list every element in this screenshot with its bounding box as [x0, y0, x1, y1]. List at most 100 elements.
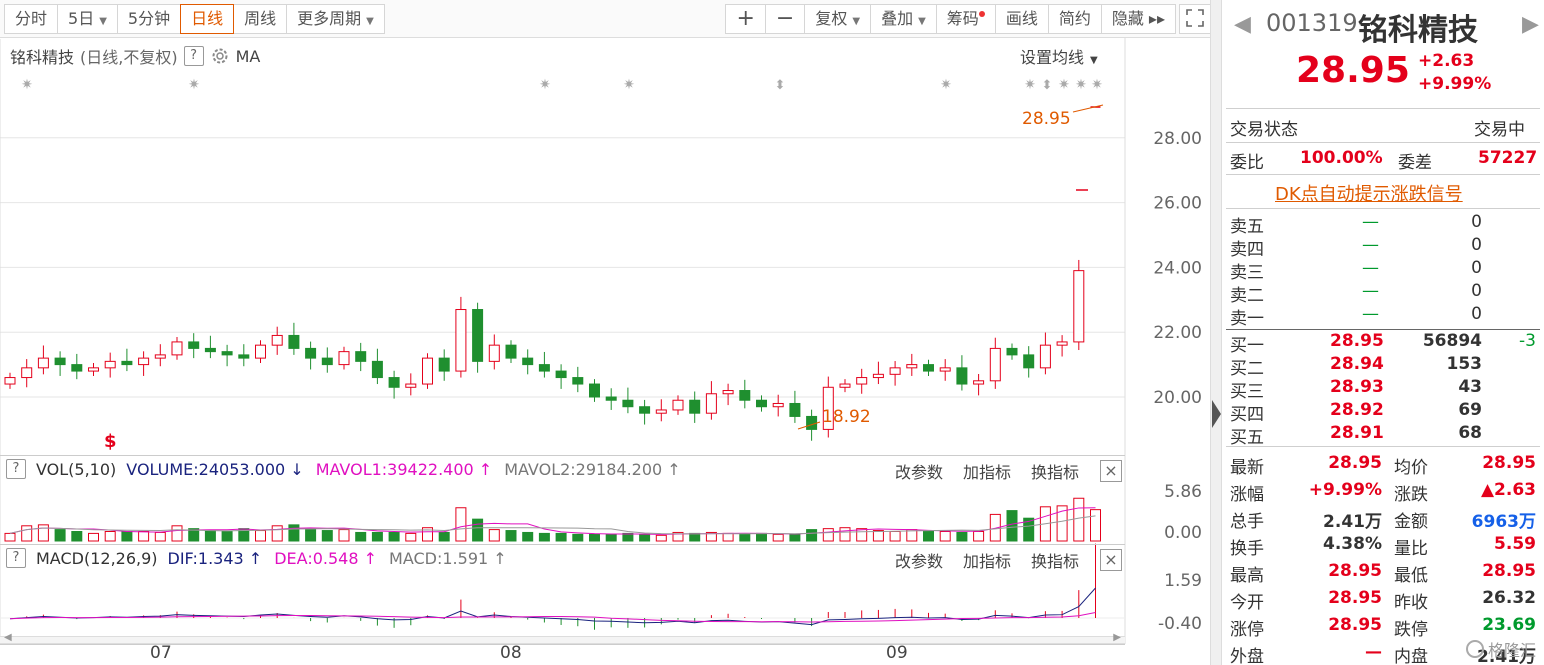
prev-stock-icon[interactable]: ◀ — [1234, 12, 1251, 37]
tool-button-7[interactable]: 隐藏 ▸▸ — [1100, 3, 1176, 34]
tool-button-6[interactable]: 简约 — [1047, 3, 1102, 34]
bid-row[interactable]: 买二 28.94 153 — [1230, 354, 1536, 379]
bid-volume: 56894 — [1422, 331, 1482, 351]
ask-price: — — [1362, 235, 1379, 255]
tool-button-5[interactable]: 画线 — [994, 3, 1049, 34]
macd-switch-indicator-button[interactable]: 换指标 — [1031, 548, 1079, 572]
ask-row[interactable]: 卖五 — 0 — [1230, 212, 1536, 237]
tool-button-3[interactable]: 叠加 ▼ — [870, 3, 937, 34]
chart-area: 分时 5日 ▼ 5分钟 日线 周线 更多周期 ▼ + − 复权 ▼ 叠加 ▼ 筹码 画线 简约 隐藏 ▸▸ 铭科… — [0, 0, 1211, 665]
candle — [522, 357, 534, 366]
tool-button-4[interactable]: 筹码 — [935, 3, 996, 34]
notification-dot — [978, 10, 985, 17]
close-icon[interactable]: × — [1100, 549, 1122, 571]
volume-bar — [505, 530, 517, 542]
period-tab-1[interactable]: 5日 ▼ — [57, 3, 118, 34]
price-change-pct: +9.99% — [1418, 74, 1492, 94]
candle — [488, 344, 500, 362]
quote-panel: ◀ 001319 铭科精技 ▶ 28.95 +2.63 +9.99% 交易状态 … — [1222, 0, 1544, 665]
candle — [104, 360, 116, 369]
bid-row[interactable]: 买一 28.95 56894 -3 — [1230, 331, 1536, 356]
period-tab-3[interactable]: 日线 — [180, 3, 235, 34]
stock-terminal: 分时 5日 ▼ 5分钟 日线 周线 更多周期 ▼ + − 复权 ▼ 叠加 ▼ 筹码 画线 简约 隐藏 ▸▸ 铭科… — [0, 0, 1544, 665]
ask-row[interactable]: 卖二 — 0 — [1230, 281, 1536, 306]
gear-icon[interactable] — [210, 46, 230, 66]
bid-price: 28.92 — [1330, 400, 1384, 420]
high-pointer — [1072, 104, 1104, 113]
vol-y-tick: 5.86 — [1164, 482, 1202, 502]
stat-label: 涨跌 — [1394, 485, 1428, 505]
volume-bar — [672, 531, 684, 542]
volume-bar — [54, 529, 66, 542]
volume-bar — [1090, 509, 1101, 542]
stat-row: 今开 28.95 昨收 26.32 — [1230, 588, 1536, 615]
ask-row[interactable]: 卖三 — 0 — [1230, 258, 1536, 283]
candle — [756, 399, 767, 408]
vol-y-tick: 0.00 — [1164, 523, 1202, 543]
y-tick-label: 28.00 — [1153, 129, 1202, 149]
volume-bar — [338, 529, 350, 542]
macd-y-tick: 1.59 — [1164, 571, 1202, 591]
expand-icon[interactable] — [1179, 3, 1211, 34]
volume-bar — [589, 533, 600, 542]
next-stock-icon[interactable]: ▶ — [1522, 12, 1539, 37]
bid-row[interactable]: 买三 28.93 43 — [1230, 377, 1536, 402]
candle — [973, 380, 985, 385]
bid-delta: -3 — [1519, 331, 1536, 351]
volume-bar — [772, 533, 784, 542]
ask-volume: 0 — [1471, 258, 1482, 278]
volume-bar — [889, 531, 901, 542]
vol-add-indicator-button[interactable]: 加指标 — [963, 459, 1011, 483]
candle — [405, 383, 417, 388]
period-tab-2[interactable]: 5分钟 — [116, 3, 182, 34]
macd-edit-params-button[interactable]: 改参数 — [895, 548, 943, 572]
candle — [1073, 270, 1085, 343]
kline-header: 铭科精技 (日线,不复权) ? MA — [10, 44, 260, 68]
vol-edit-params-button[interactable]: 改参数 — [895, 459, 943, 483]
ask-price: — — [1362, 258, 1379, 278]
ask-row[interactable]: 卖一 — 0 — [1230, 304, 1536, 329]
help-icon[interactable]: ? — [6, 548, 26, 568]
macd-add-indicator-button[interactable]: 加指标 — [963, 548, 1011, 572]
bid-row[interactable]: 买五 28.91 68 — [1230, 423, 1536, 448]
kline-mode: (日线,不复权) — [80, 48, 178, 67]
collapse-arrow-icon[interactable] — [1212, 400, 1221, 428]
price-change: +2.63 — [1418, 51, 1475, 71]
close-icon[interactable]: × — [1100, 460, 1122, 482]
volume-bar — [872, 530, 884, 542]
vol-volume: VOLUME:24053.000 ↓ — [126, 459, 304, 479]
volume-bar — [822, 528, 834, 542]
candle — [939, 367, 951, 372]
bid-row[interactable]: 买四 28.92 69 — [1230, 400, 1536, 425]
volume-bar — [605, 533, 617, 542]
tool-button-1[interactable]: − — [764, 3, 806, 34]
help-icon[interactable]: ? — [6, 459, 26, 479]
dk-signal-link[interactable]: DK点自动提示涨跌信号 — [1275, 180, 1463, 206]
help-icon[interactable]: ? — [183, 46, 204, 66]
volume-bar — [271, 525, 283, 542]
macd-header: ? MACD(12,26,9) DIF:1.343 ↑ DEA:0.548 ↑ … — [6, 548, 507, 568]
chevron-down-icon: ▼ — [99, 15, 107, 27]
period-tab-0[interactable]: 分时 — [4, 3, 59, 34]
tool-button-0[interactable]: + — [725, 3, 766, 34]
chart-toolbar: 分时 5日 ▼ 5分钟 日线 周线 更多周期 ▼ + − 复权 ▼ 叠加 ▼ 筹码 画线 简约 隐藏 ▸▸ — [0, 0, 1211, 38]
stat-value: 5.59 — [1494, 534, 1536, 554]
ma-settings-button[interactable]: 设置均线 ▼ — [1020, 44, 1098, 68]
ma-indicator-label[interactable]: MA — [236, 47, 261, 66]
vol-switch-indicator-button[interactable]: 换指标 — [1031, 459, 1079, 483]
ask-row[interactable]: 卖四 — 0 — [1230, 235, 1536, 260]
panel-splitter[interactable] — [1210, 0, 1222, 665]
period-tab-4[interactable]: 周线 — [233, 3, 288, 34]
volume-bar — [154, 531, 166, 542]
stat-value: 28.95 — [1328, 561, 1382, 581]
stat-value: 28.95 — [1328, 453, 1382, 473]
period-tab-5[interactable]: 更多周期 ▼ — [286, 3, 385, 34]
tool-button-2[interactable]: 复权 ▼ — [804, 3, 872, 34]
event-marker-icon: ✷ — [1058, 77, 1070, 93]
bid-volume: 153 — [1446, 354, 1483, 374]
candle — [422, 357, 433, 385]
low-price-label: 18.92 — [822, 407, 871, 427]
event-marker-icon: ⬍ — [775, 78, 786, 93]
candle — [21, 367, 33, 379]
volume-bar — [1006, 510, 1018, 542]
